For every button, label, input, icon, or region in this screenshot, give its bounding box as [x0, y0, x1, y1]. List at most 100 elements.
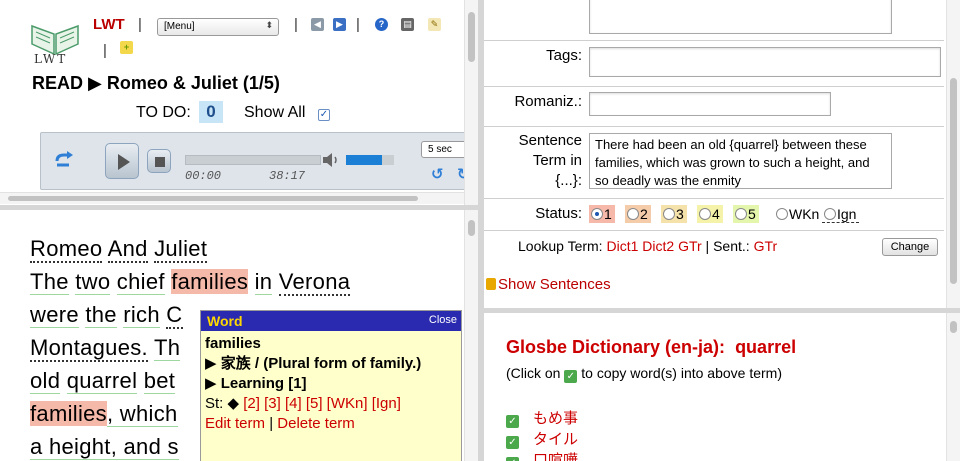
status-option-2[interactable]: 2 — [625, 205, 651, 223]
volume-fill — [346, 155, 382, 165]
edit-term-link[interactable]: Edit term — [205, 415, 265, 432]
status-option-4[interactable]: 4 — [697, 205, 723, 223]
popup-status-current: ◆ — [227, 395, 240, 412]
dict1-link[interactable]: Dict1 — [606, 238, 638, 254]
status-option-1[interactable]: 1 — [589, 205, 615, 223]
romaniz-input[interactable] — [589, 92, 831, 116]
chevron-updown-icon: ⬍ — [265, 20, 273, 30]
vertical-scrollbar[interactable] — [946, 313, 960, 461]
copy-check-icon[interactable]: ✓ — [506, 436, 519, 449]
copy-check-icon[interactable]: ✓ — [506, 457, 519, 461]
header-frame: LWT LWT | [Menu] ⬍ | ◀ ▶ | ? ▤ ✎ + | REA… — [0, 0, 478, 205]
show-all-checkbox[interactable]: ✓ — [318, 109, 330, 121]
word[interactable]: quarrel — [66, 368, 138, 394]
skip-seconds-select[interactable]: 5 sec — [421, 141, 469, 158]
volume-slider[interactable] — [346, 155, 394, 165]
menu-select[interactable]: [Menu] ⬍ — [157, 18, 279, 36]
previous-text-icon[interactable]: ◀ — [311, 18, 324, 31]
scrollbar-thumb[interactable] — [468, 220, 475, 236]
word[interactable]: bet — [143, 368, 176, 394]
word[interactable]: Juliet — [154, 236, 208, 263]
help-icon[interactable]: ? — [375, 18, 388, 31]
word[interactable]: And — [107, 236, 148, 263]
popup-close-button[interactable]: Close — [429, 314, 457, 326]
word[interactable]: rich — [123, 302, 160, 328]
word-learning[interactable]: families — [30, 401, 107, 426]
volume-icon[interactable] — [321, 152, 341, 173]
copy-check-icon[interactable]: ✓ — [506, 415, 519, 428]
vertical-scrollbar[interactable] — [464, 210, 478, 461]
word-learning[interactable]: families — [171, 269, 249, 294]
dictionary-title: Glosbe Dictionary (en-ja): quarrel — [506, 337, 797, 357]
word[interactable]: the — [85, 302, 117, 328]
scrollbar-thumb[interactable] — [950, 321, 957, 333]
status-option-ign[interactable]: Ign — [822, 205, 860, 223]
popup-status-label: St: — [205, 395, 224, 412]
sent-gtr-link[interactable]: GTr — [754, 238, 778, 254]
word[interactable]: old — [30, 368, 61, 394]
dictionary-result: ✓ 口喧嘩 — [506, 449, 578, 461]
word[interactable]: two — [75, 269, 111, 295]
scrollbar-thumb[interactable] — [950, 78, 957, 284]
stop-button[interactable] — [147, 149, 171, 173]
separator: | — [356, 16, 360, 33]
status-link-2[interactable]: [2] — [243, 395, 260, 412]
vertical-scrollbar[interactable] — [464, 0, 478, 205]
audio-player: 00:00 38:17 5 sec ↺ ↻ — [40, 132, 478, 190]
duration-time: 38:17 — [269, 169, 306, 183]
tags-input[interactable] — [589, 47, 941, 77]
word[interactable]: in — [254, 269, 273, 295]
change-button[interactable]: Change — [882, 238, 938, 256]
word[interactable]: , which — [106, 401, 178, 427]
rewind-icon[interactable]: ↺ — [431, 165, 444, 183]
delete-term-link[interactable]: Delete term — [277, 415, 355, 432]
status-option-5[interactable]: 5 — [733, 205, 759, 223]
tags-label: Tags: — [546, 47, 582, 64]
result-text[interactable]: 口喧嘩 — [533, 452, 578, 461]
status-link-wkn[interactable]: [WKn] — [327, 395, 368, 412]
dictionary-result: ✓ タイル — [506, 428, 578, 449]
popup-title: Word — [207, 313, 243, 329]
vertical-scrollbar[interactable] — [946, 0, 960, 308]
status-option-3[interactable]: 3 — [661, 205, 687, 223]
word[interactable]: were — [30, 302, 79, 328]
dict2-link[interactable]: Dict2 — [642, 238, 674, 254]
next-text-icon[interactable]: ▶ — [333, 18, 346, 31]
word[interactable]: The — [30, 269, 69, 295]
status-option-wkn[interactable]: WKn — [774, 205, 822, 223]
print-icon[interactable]: ▤ — [401, 18, 414, 31]
separator: | — [705, 238, 710, 254]
status-link-3[interactable]: [3] — [264, 395, 281, 412]
sentence-textarea[interactable]: There had been an old {quarrel} between … — [589, 133, 892, 189]
status-link-4[interactable]: [4] — [285, 395, 302, 412]
progress-bar[interactable] — [185, 155, 321, 165]
app-name-link[interactable]: LWT — [93, 16, 125, 33]
word[interactable]: chief — [116, 269, 165, 295]
loop-icon[interactable] — [53, 151, 75, 169]
play-button[interactable] — [105, 143, 139, 179]
edit-text-icon[interactable]: ✎ — [428, 18, 441, 31]
result-text[interactable]: もめ事 — [533, 410, 578, 427]
word[interactable]: a height, and s — [30, 434, 179, 460]
horizontal-scrollbar[interactable] — [0, 192, 464, 204]
translation-textarea[interactable] — [589, 0, 892, 34]
lookup-label: Lookup Term: — [518, 238, 603, 254]
new-item-icon[interactable]: + — [120, 41, 133, 54]
word[interactable]: C — [166, 302, 183, 329]
todo-count-badge[interactable]: 0 — [199, 101, 223, 123]
status-link-5[interactable]: [5] — [306, 395, 323, 412]
word[interactable]: Romeo — [30, 236, 103, 263]
popup-status: ▶ Learning [1] — [205, 375, 307, 392]
status-link-ign[interactable]: [Ign] — [372, 395, 401, 412]
menu-select-value: [Menu] — [164, 21, 195, 32]
sent-label: Sent.: — [713, 238, 750, 254]
word[interactable]: Montagues. — [30, 335, 148, 362]
check-icon: ✓ — [564, 370, 578, 383]
scrollbar-thumb[interactable] — [8, 196, 418, 201]
word[interactable]: Verona — [278, 269, 351, 296]
gtr-link[interactable]: GTr — [678, 238, 702, 254]
result-text[interactable]: タイル — [533, 431, 578, 448]
word[interactable]: Th — [153, 335, 181, 361]
show-sentences-link[interactable]: Show Sentences — [498, 276, 611, 293]
scrollbar-thumb[interactable] — [468, 12, 475, 62]
